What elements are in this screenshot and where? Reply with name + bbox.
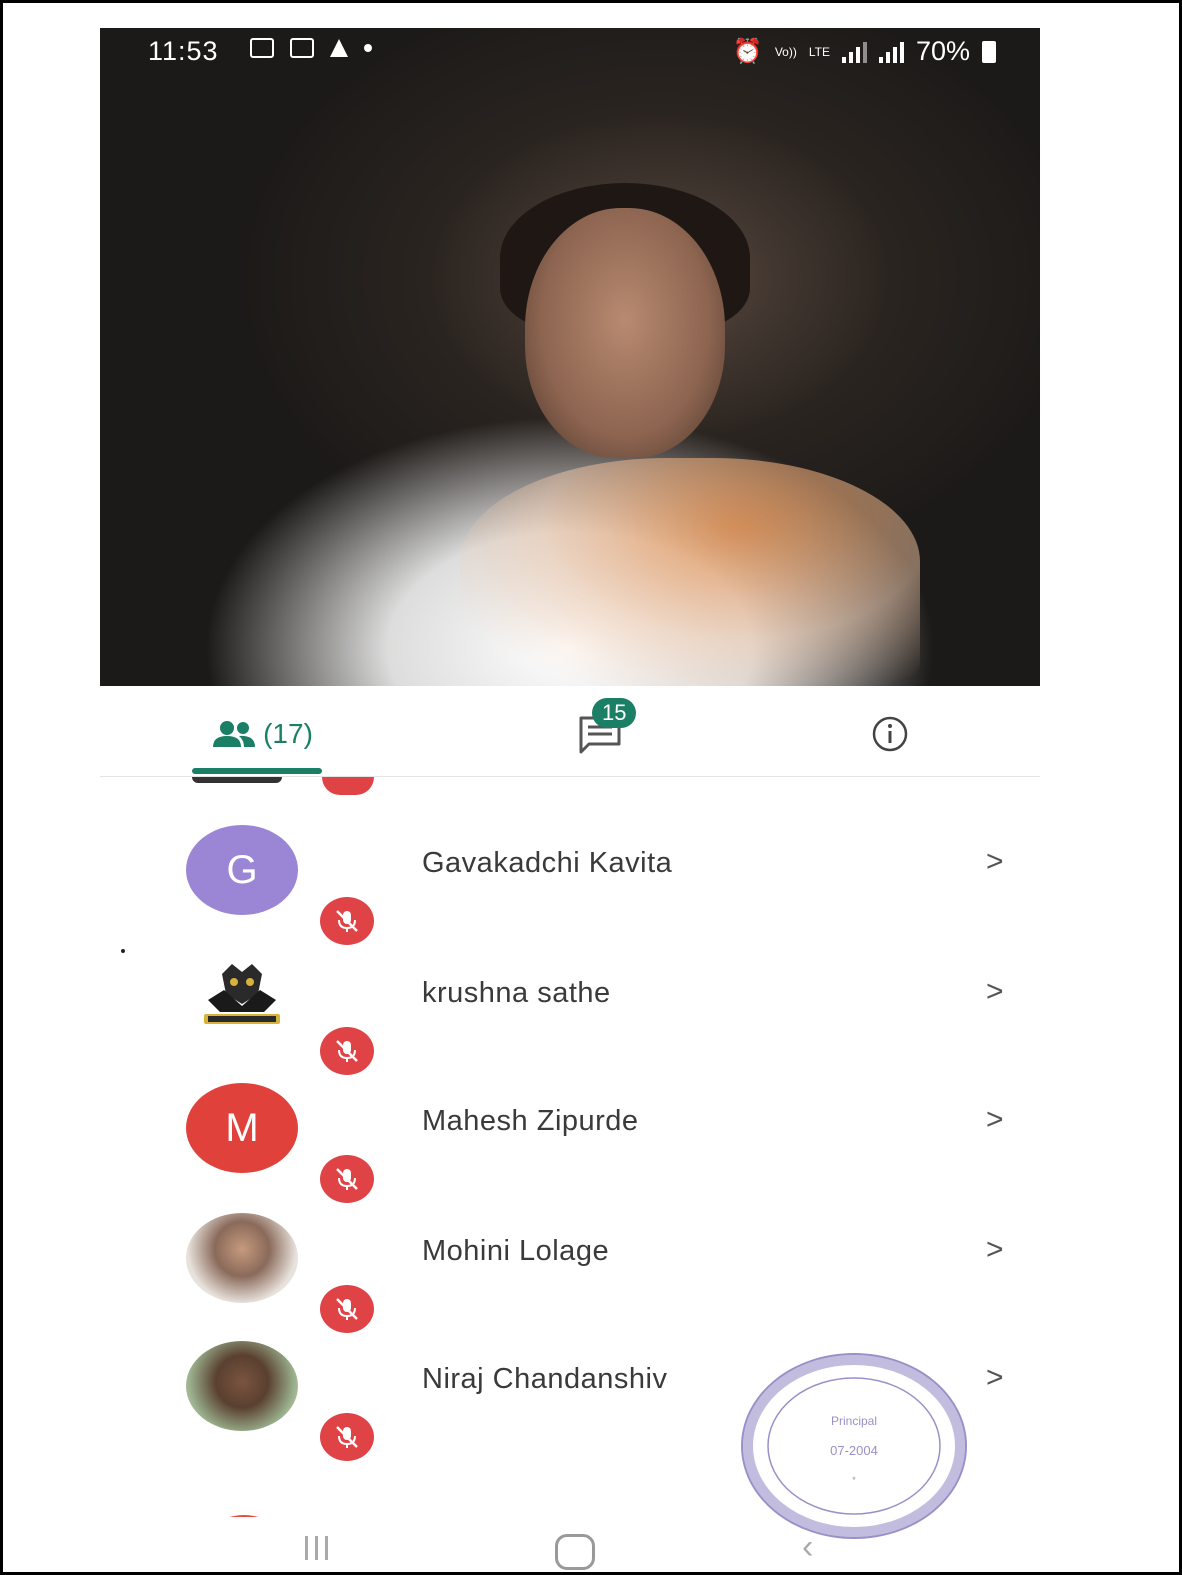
battery-percent: 70% (915, 36, 970, 66)
participant-name: Mahesh Zipurde (422, 1105, 639, 1137)
video-feed[interactable]: 11:53 ⏰ Vo)) LTE 70% (100, 28, 1040, 686)
avatar-letter: G (226, 847, 258, 892)
chevron-right-icon[interactable]: > (986, 1103, 1004, 1137)
gaming-logo-icon (204, 964, 280, 1024)
recent-apps-icon[interactable] (305, 1536, 328, 1560)
scan-speck (121, 949, 125, 953)
battery-icon (982, 40, 996, 63)
chevron-right-icon[interactable]: > (986, 1233, 1004, 1267)
chevron-right-icon[interactable]: > (986, 975, 1004, 1009)
phone-screen: 11:53 ⏰ Vo)) LTE 70% (17) 15 G Gavakadch… (100, 28, 1040, 1572)
home-icon[interactable] (555, 1534, 595, 1570)
screenshot-frame: 11:53 ⏰ Vo)) LTE 70% (17) 15 G Gavakadch… (0, 0, 1182, 1575)
video-person-face (525, 208, 725, 458)
tab-info[interactable] (860, 686, 920, 782)
mic-off-icon (320, 1413, 374, 1461)
svg-text:*: * (852, 1475, 856, 1485)
avatar: G (186, 825, 298, 915)
notification-icons (250, 38, 372, 58)
active-tab-indicator (192, 768, 322, 774)
more-notifications-dot-icon (364, 44, 372, 52)
signal-2-icon (878, 41, 904, 63)
avatar-letter: M (225, 1105, 259, 1150)
participant-name: krushna sathe (422, 977, 611, 1009)
voicemail-icon (290, 38, 314, 58)
avatar-partial-top (192, 777, 282, 783)
participant-row[interactable]: M Mahesh Zipurde > (100, 1059, 1040, 1203)
bell-icon (330, 39, 348, 57)
status-time: 11:53 (148, 36, 219, 66)
volte-label: Vo)) (774, 44, 797, 59)
participant-name: Niraj Chandanshiv (422, 1363, 668, 1395)
participant-name: Mohini Lolage (422, 1235, 610, 1267)
chevron-right-icon[interactable]: > (986, 845, 1004, 879)
lte-label: LTE (808, 44, 830, 59)
avatar-partial-bottom (192, 1515, 296, 1517)
status-bar: 11:53 ⏰ Vo)) LTE 70% (100, 28, 1040, 74)
chevron-right-icon[interactable]: > (986, 1361, 1004, 1395)
avatar (186, 955, 298, 1045)
participant-row[interactable]: G Gavakadchi Kavita > (100, 801, 1040, 945)
participant-row[interactable]: krushna sathe > (100, 931, 1040, 1075)
svg-text:Principal: Principal (831, 1414, 877, 1428)
participant-row[interactable]: Mohini Lolage > (100, 1189, 1040, 1333)
system-icons: ⏰ Vo)) LTE 70% (733, 36, 996, 67)
people-icon (213, 721, 256, 747)
mic-off-icon (322, 777, 374, 795)
alarm-icon: ⏰ (732, 38, 763, 65)
video-person-body (460, 458, 920, 686)
avatar (186, 1341, 298, 1431)
college-seal-stamp: Principal 07-2004 * (741, 1353, 967, 1539)
info-icon (872, 716, 908, 752)
signal-1-icon (841, 41, 867, 63)
gallery-icon (250, 38, 274, 58)
participant-name: Gavakadchi Kavita (422, 847, 673, 879)
avatar (186, 1213, 298, 1303)
participant-count: (17) (263, 718, 313, 749)
seal-date: 07-2004 (830, 1443, 878, 1458)
avatar: M (186, 1083, 298, 1173)
chat-unread-badge: 15 (592, 698, 637, 728)
seal-graphic: Principal 07-2004 * (767, 1377, 941, 1515)
